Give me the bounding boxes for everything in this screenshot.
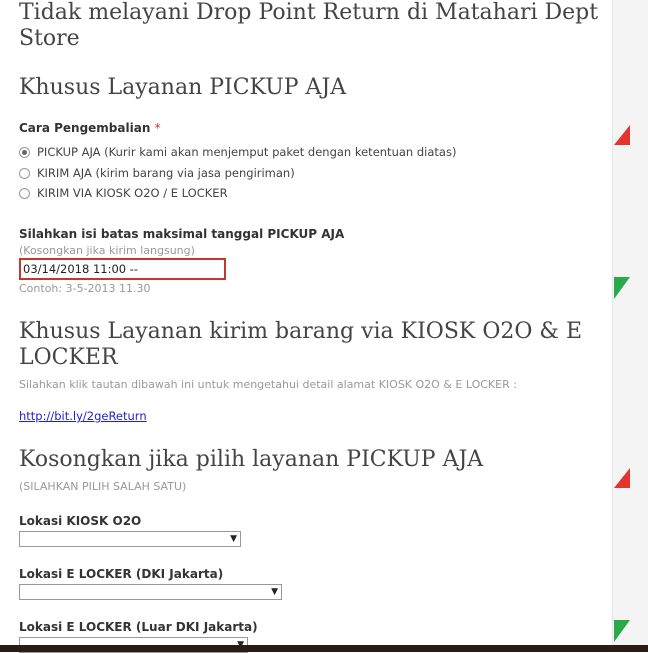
empty-if-pickup-heading: Kosongkan jika pilih layanan PICKUP AJA xyxy=(19,447,484,472)
bottom-bar xyxy=(0,645,648,652)
form-page: Tidak melayani Drop Point Return di Mata… xyxy=(0,0,612,653)
return-method-label: Cara Pengembalian * xyxy=(19,121,161,135)
chevron-down-icon: ▼ xyxy=(230,534,237,544)
drop-point-heading: Tidak melayani Drop Point Return di Mata… xyxy=(19,0,599,51)
pickup-date-label: Silahkan isi batas maksimal tanggal PICK… xyxy=(19,227,345,241)
right-gutter xyxy=(612,0,648,645)
green-marker-icon xyxy=(614,620,630,642)
elocker-outside-label: Lokasi E LOCKER (Luar DKI Jakarta) xyxy=(19,620,258,634)
pickup-only-heading: Khusus Layanan PICKUP AJA xyxy=(19,75,347,100)
red-marker-icon xyxy=(614,468,630,488)
pickup-date-example: Contoh: 3-5-2013 11.30 xyxy=(19,282,151,295)
radio-kiosk-button[interactable] xyxy=(19,187,30,199)
kiosk-info-text: Silahkan klik tautan dibawah ini untuk m… xyxy=(19,378,517,391)
kiosk-link[interactable]: http://bit.ly/2geReturn xyxy=(19,409,147,423)
pickup-date-input[interactable]: 03/14/2018 11:00 -- xyxy=(19,258,226,280)
radio-kirim-aja[interactable]: KIRIM AJA (kirim barang via jasa pengiri… xyxy=(19,166,295,180)
radio-kiosk[interactable]: KIRIM VIA KIOSK O2O / E LOCKER xyxy=(19,186,228,200)
radio-kirim-aja-label: KIRIM AJA (kirim barang via jasa pengiri… xyxy=(37,166,295,180)
red-marker-icon xyxy=(614,125,630,145)
radio-pickup-aja-label: PICKUP AJA (Kurir kami akan menjemput pa… xyxy=(37,145,457,159)
radio-pickup-aja-button[interactable] xyxy=(19,146,30,158)
kiosk-location-select[interactable]: ▼ xyxy=(19,531,241,547)
elocker-jakarta-label: Lokasi E LOCKER (DKI Jakarta) xyxy=(19,567,224,581)
kiosk-heading: Khusus Layanan kirim barang via KIOSK O2… xyxy=(19,319,583,370)
elocker-jakarta-select[interactable]: ▼ xyxy=(19,584,282,600)
pickup-date-hint: (Kosongkan jika kirim langsung) xyxy=(19,244,195,257)
kiosk-location-label: Lokasi KIOSK O2O xyxy=(19,514,142,528)
green-marker-icon xyxy=(614,277,630,299)
required-mark: * xyxy=(154,121,161,135)
choose-one-note: (SILAHKAN PILIH SALAH SATU) xyxy=(19,480,187,493)
radio-pickup-aja[interactable]: PICKUP AJA (Kurir kami akan menjemput pa… xyxy=(19,145,456,159)
chevron-down-icon: ▼ xyxy=(271,587,278,597)
radio-kiosk-label: KIRIM VIA KIOSK O2O / E LOCKER xyxy=(37,186,228,200)
radio-kirim-aja-button[interactable] xyxy=(19,167,30,179)
